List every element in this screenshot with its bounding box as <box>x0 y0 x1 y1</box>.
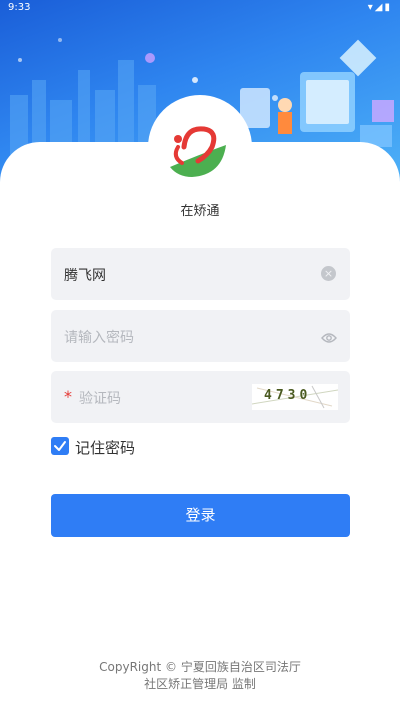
app-name: 在矫通 <box>180 204 220 219</box>
status-bar: 9:33 ▾◢▮ <box>0 0 400 18</box>
clear-icon[interactable]: × <box>321 266 336 281</box>
remember-checkbox[interactable] <box>51 437 69 455</box>
login-card <box>0 142 400 711</box>
status-time: 9:33 <box>8 2 31 13</box>
logo-container <box>148 95 252 199</box>
footer-copyright: CopyRight © 宁夏回族自治区司法厅 <box>99 660 301 674</box>
status-icons: ▾◢▮ <box>367 2 392 13</box>
captcha-image[interactable]: 4730 <box>252 384 338 410</box>
eye-icon[interactable] <box>321 329 337 348</box>
captcha-text: 4730 <box>264 388 312 403</box>
check-icon <box>54 441 66 451</box>
username-value: 腾飞网 <box>64 268 106 284</box>
username-field[interactable]: 腾飞网 × <box>51 248 350 300</box>
login-button[interactable]: 登录 <box>51 494 350 537</box>
required-mark: * <box>64 387 72 406</box>
password-field[interactable]: 请输入密码 <box>51 310 350 362</box>
password-placeholder: 请输入密码 <box>64 330 134 346</box>
captcha-placeholder: 验证码 <box>79 391 121 407</box>
captcha-field[interactable]: * 验证码 4730 <box>51 371 350 423</box>
remember-label: 记住密码 <box>75 439 136 457</box>
app-logo <box>170 126 226 177</box>
footer-supervisor: 社区矫正管理局 监制 <box>144 677 256 691</box>
